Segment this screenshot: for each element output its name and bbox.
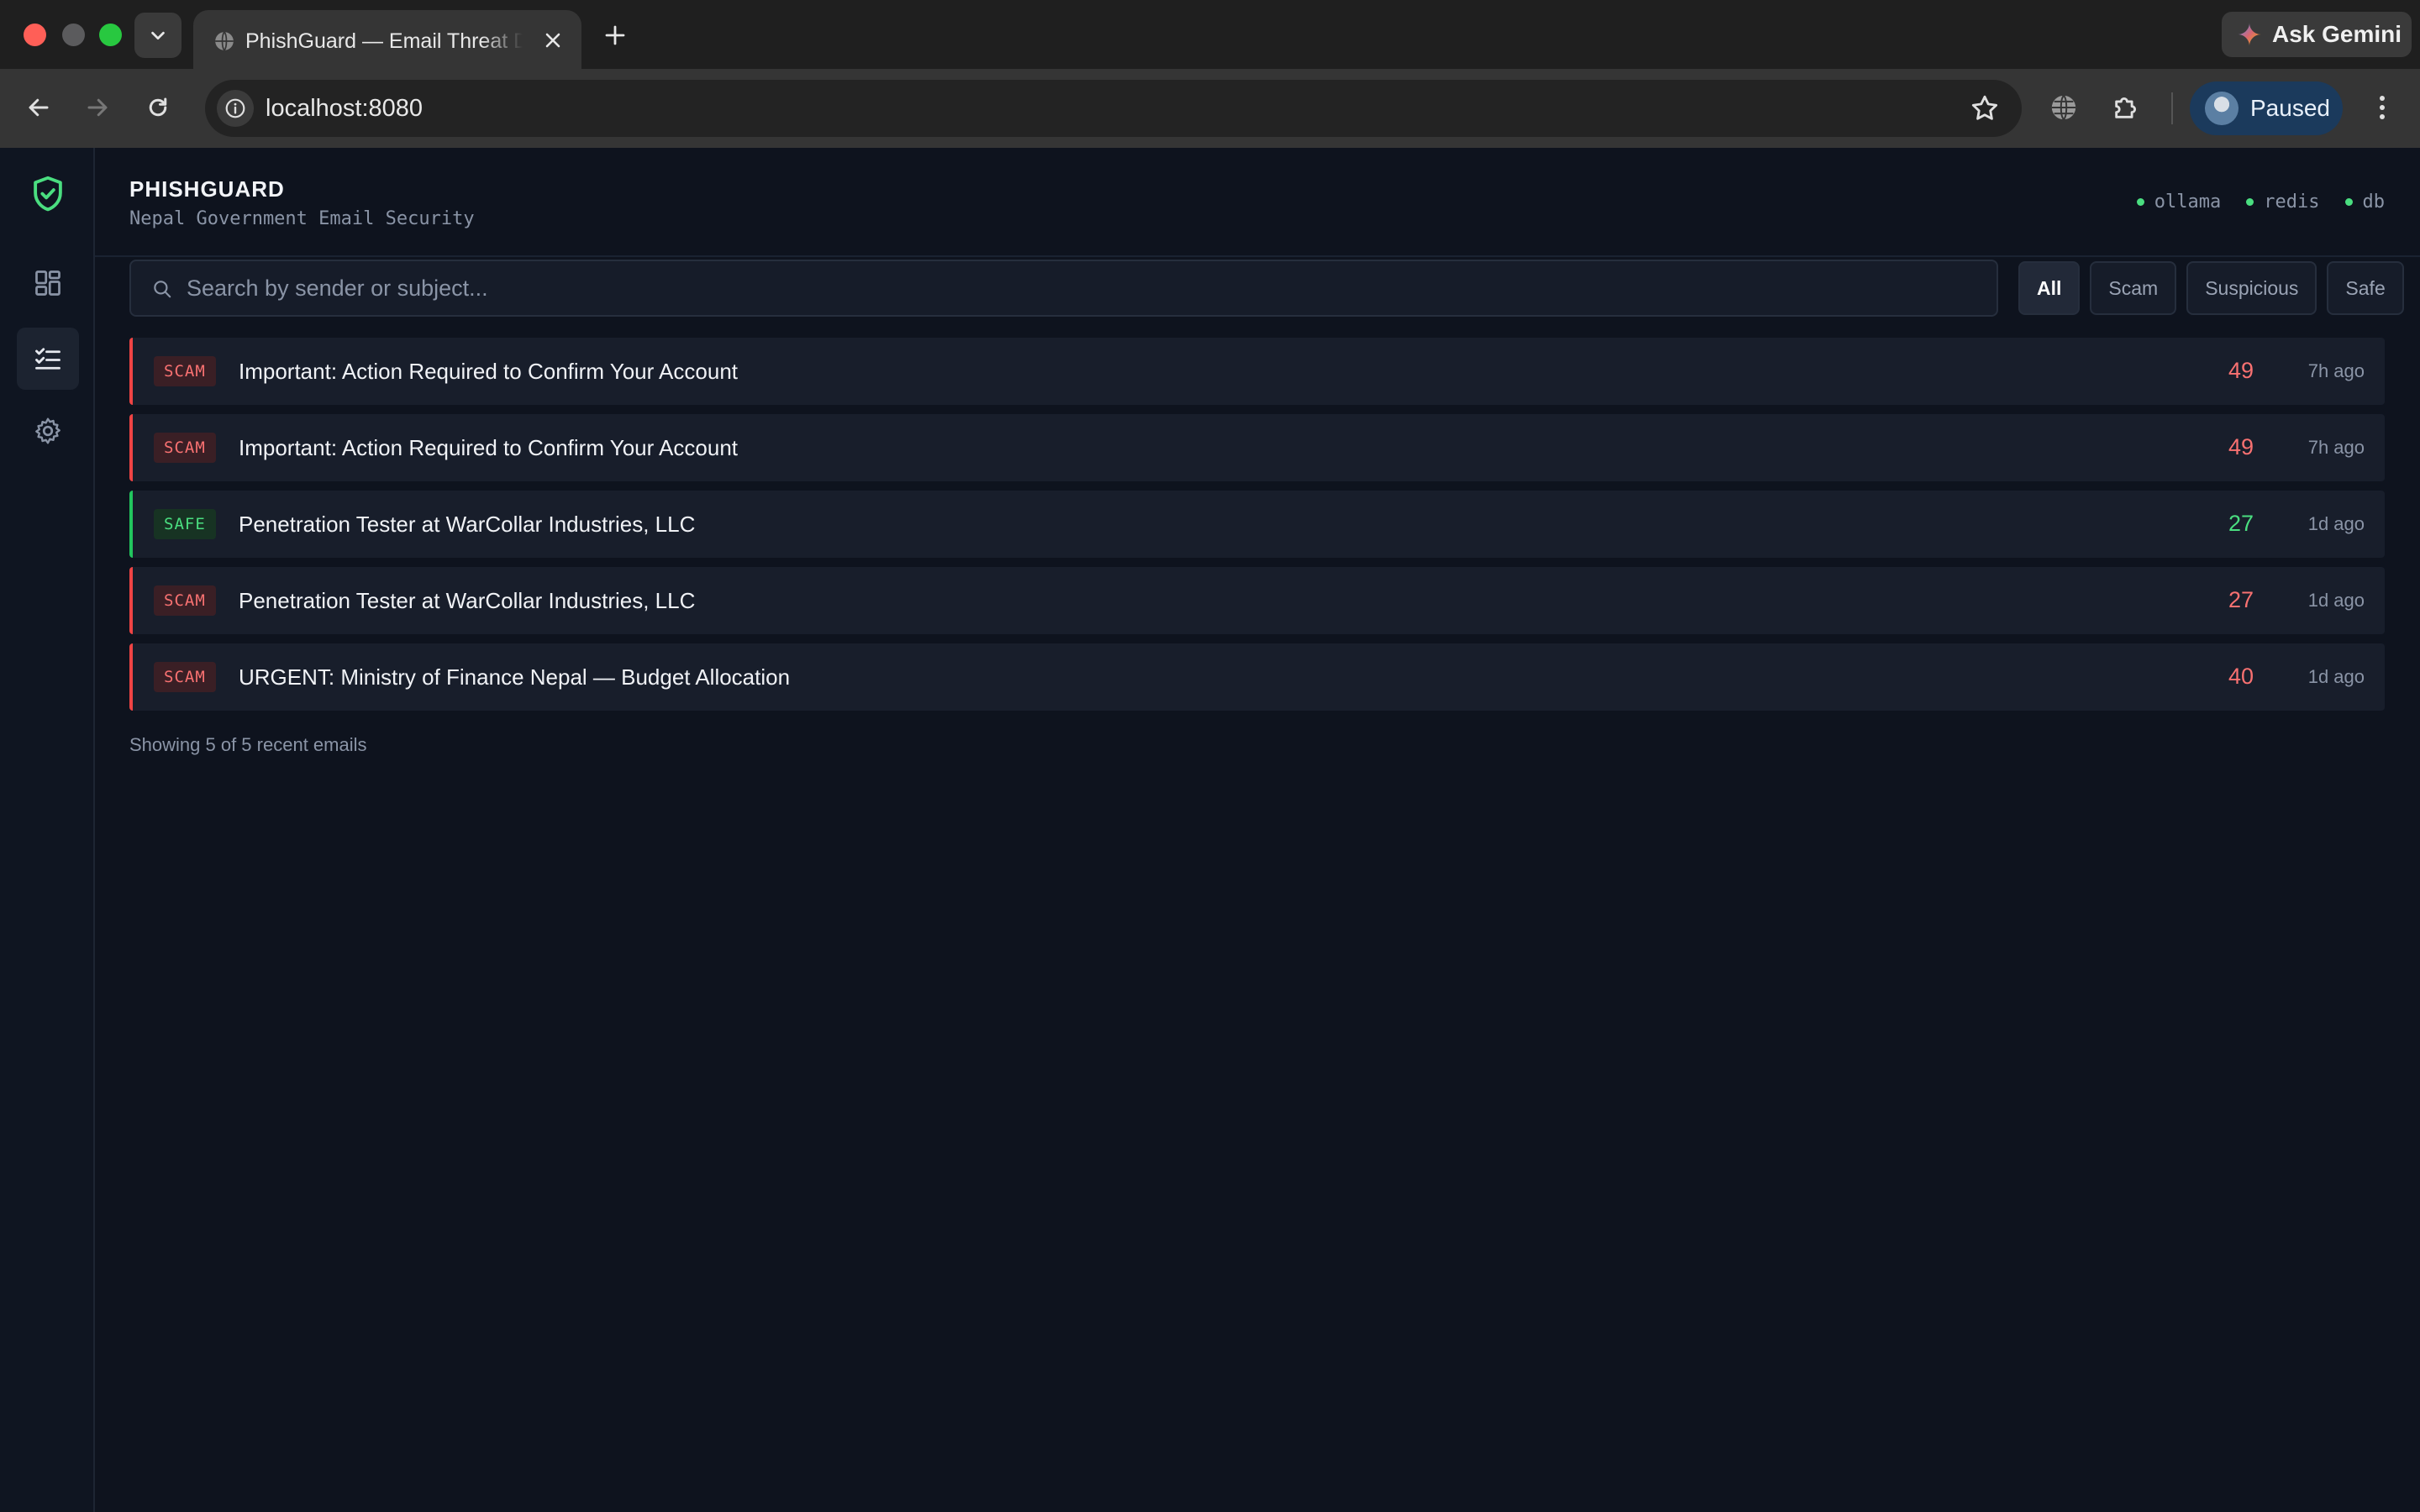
avatar [2205, 92, 2238, 125]
info-icon [225, 98, 245, 118]
service-name: redis [2264, 192, 2320, 213]
filter-scam-button[interactable]: Scam [2090, 261, 2177, 315]
puzzle-icon [2115, 97, 2137, 118]
reload-button[interactable] [138, 87, 178, 128]
email-subject: Penetration Tester at WarCollar Industri… [239, 588, 696, 613]
browser-toolbar: localhost:8080 Paused [0, 69, 2420, 148]
page-title: PHISHGUARD [129, 176, 285, 202]
email-row[interactable]: SCAM Important: Action Required to Confi… [129, 414, 2385, 481]
app-header: PHISHGUARD Nepal Government Email Securi… [95, 148, 2420, 257]
filter-safe-button[interactable]: Safe [2327, 261, 2404, 315]
verdict-badge: SCAM [154, 662, 216, 692]
profile-status-label: Paused [2250, 95, 2330, 121]
email-list: SCAM Important: Action Required to Confi… [129, 338, 2385, 720]
ask-gemini-button[interactable]: Ask Gemini [2222, 12, 2412, 57]
email-age: 1d ago [2307, 590, 2365, 611]
profile-button[interactable]: Paused [2190, 81, 2343, 135]
email-row[interactable]: SCAM Penetration Tester at WarCollar Ind… [129, 567, 2385, 634]
sidebar-item-settings[interactable] [17, 400, 79, 462]
site-info-button[interactable] [217, 90, 254, 127]
checklist-icon [35, 348, 60, 370]
sidebar-item-dashboard[interactable] [17, 252, 79, 314]
shield-check-icon [34, 176, 62, 212]
new-tab-button[interactable] [602, 22, 629, 49]
globe-icon [215, 31, 234, 51]
close-icon [545, 33, 560, 48]
bookmark-star-icon[interactable] [1970, 93, 2000, 123]
results-count: Showing 5 of 5 recent emails [129, 734, 367, 755]
arrow-right-icon [87, 98, 108, 117]
verdict-filter-group: All Scam Suspicious Safe [2018, 261, 2404, 315]
globe-icon [2051, 95, 2076, 120]
arrow-left-icon [29, 98, 49, 117]
forward-button[interactable] [77, 87, 118, 128]
verdict-badge: SCAM [154, 585, 216, 616]
gemini-sparkle-icon [2238, 23, 2261, 46]
reload-icon [149, 97, 167, 117]
service-name: ollama [2154, 192, 2222, 213]
browser-tab-active[interactable]: PhishGuard — Email Threat Dashboard [193, 10, 581, 69]
grid-icon [35, 270, 60, 296]
ask-gemini-label: Ask Gemini [2272, 21, 2402, 47]
service-status-db: db [2344, 192, 2386, 213]
email-row[interactable]: SAFE Penetration Tester at WarCollar Ind… [129, 491, 2385, 558]
tab-close-button[interactable] [541, 29, 565, 52]
email-subject: Important: Action Required to Confirm Yo… [239, 359, 739, 384]
service-status-list: ollama redis db [2136, 192, 2386, 213]
status-dot-icon [2344, 198, 2353, 206]
tab-title: PhishGuard — Email Threat Dashboard [245, 29, 523, 53]
plus-icon [605, 25, 625, 45]
email-subject: Penetration Tester at WarCollar Industri… [239, 512, 696, 537]
address-bar[interactable]: localhost:8080 [205, 80, 2022, 137]
status-dot-icon [2246, 198, 2254, 206]
risk-score: 49 [2228, 434, 2254, 459]
verdict-badge: SCAM [154, 356, 216, 386]
service-status-ollama: ollama [2136, 192, 2222, 213]
search-box [129, 260, 1998, 317]
risk-score: 40 [2228, 664, 2254, 689]
back-button[interactable] [18, 87, 59, 128]
risk-score: 27 [2228, 587, 2254, 612]
app-root: PHISHGUARD Nepal Government Email Securi… [0, 148, 2420, 1512]
search-icon [154, 281, 171, 298]
email-age: 7h ago [2307, 360, 2365, 381]
filter-suspicious-button[interactable]: Suspicious [2186, 261, 2317, 315]
sidebar-item-email-list[interactable] [17, 328, 79, 390]
page-subtitle: Nepal Government Email Security [129, 208, 475, 229]
app-logo [30, 175, 66, 213]
sidebar-rail [0, 148, 95, 1512]
verdict-badge: SAFE [154, 509, 216, 539]
service-name: db [2362, 192, 2386, 213]
extensions-button[interactable] [2109, 91, 2143, 124]
tab-search-button[interactable] [134, 13, 182, 58]
email-age: 1d ago [2307, 513, 2365, 534]
window-minimize-button[interactable] [62, 24, 85, 46]
risk-score: 27 [2228, 511, 2254, 536]
translate-extension-button[interactable] [2047, 91, 2081, 124]
risk-score: 49 [2228, 358, 2254, 383]
browser-menu-button[interactable] [2370, 91, 2395, 124]
chevron-down-icon [151, 31, 165, 40]
email-age: 1d ago [2307, 666, 2365, 687]
status-dot-icon [2136, 198, 2144, 206]
email-row[interactable]: SCAM Important: Action Required to Confi… [129, 338, 2385, 405]
browser-tabstrip: PhishGuard — Email Threat Dashboard Ask … [0, 0, 2420, 69]
window-zoom-button[interactable] [99, 24, 122, 46]
address-url: localhost:8080 [266, 95, 424, 122]
more-vertical-icon [2380, 96, 2385, 119]
email-subject: URGENT: Ministry of Finance Nepal — Budg… [239, 664, 791, 690]
verdict-badge: SCAM [154, 433, 216, 463]
email-row[interactable]: SCAM URGENT: Ministry of Finance Nepal —… [129, 643, 2385, 711]
toolbar-divider [2171, 92, 2173, 124]
email-age: 7h ago [2307, 437, 2365, 458]
email-subject: Important: Action Required to Confirm Yo… [239, 435, 739, 460]
filter-all-button[interactable]: All [2018, 261, 2081, 315]
service-status-redis: redis [2246, 192, 2320, 213]
search-input[interactable] [187, 261, 1976, 315]
window-close-button[interactable] [24, 24, 46, 46]
gear-icon [35, 417, 60, 444]
